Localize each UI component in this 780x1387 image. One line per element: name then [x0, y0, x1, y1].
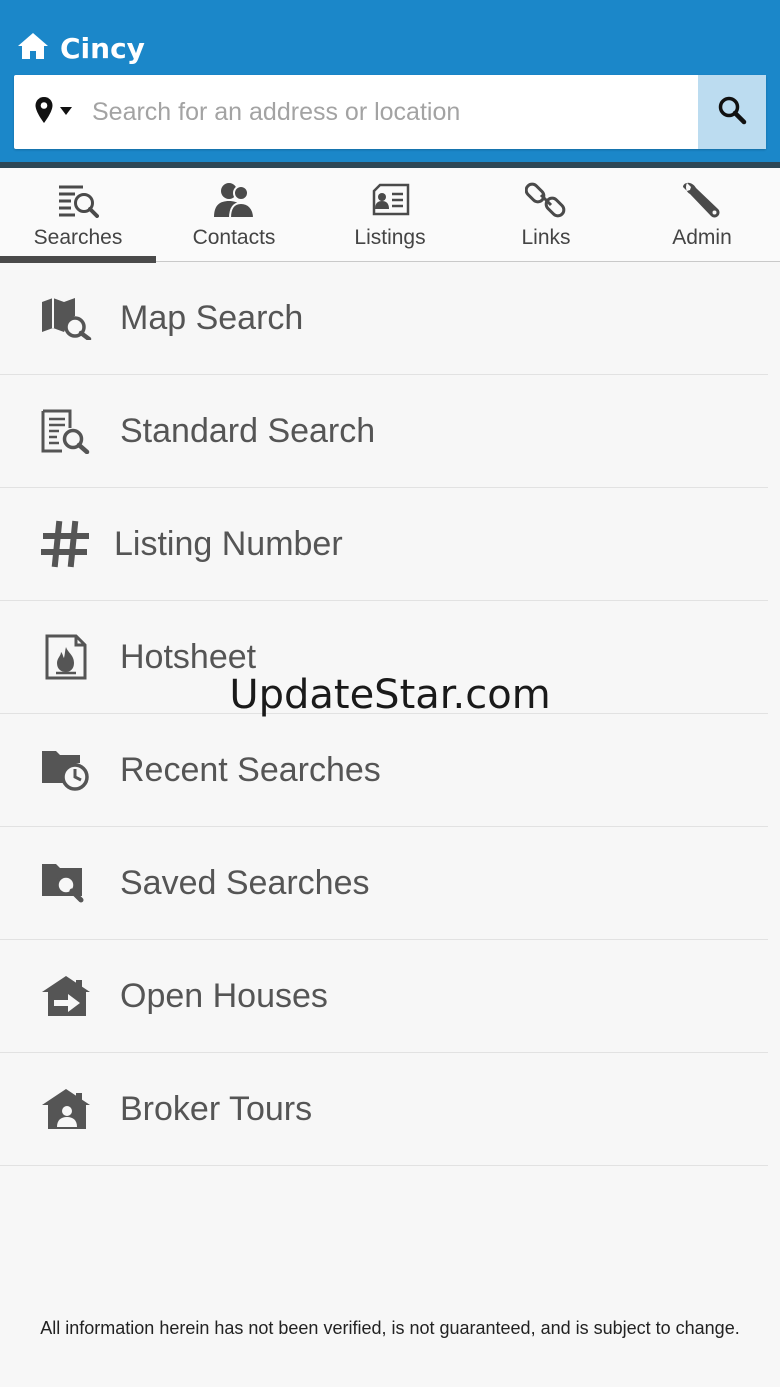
menu-item-listing-number[interactable]: Listing Number: [0, 488, 768, 601]
chevron-down-icon: [60, 103, 72, 121]
app-header: Cincy: [0, 0, 780, 168]
saved-searches-icon: [0, 827, 120, 940]
tab-searches[interactable]: Searches: [0, 168, 156, 263]
menu-item-label: Standard Search: [120, 411, 376, 450]
menu-item-saved-searches[interactable]: Saved Searches: [0, 827, 768, 940]
home-icon: [16, 31, 50, 66]
tab-links[interactable]: Links: [468, 168, 624, 262]
menu-item-label: Map Search: [120, 298, 304, 337]
tab-label: Contacts: [192, 226, 276, 249]
tab-label: Links: [521, 226, 571, 249]
link-icon: [524, 178, 568, 222]
wrench-icon: [680, 178, 724, 222]
disclaimer-text: All information herein has not been veri…: [40, 1318, 740, 1338]
tab-label: Searches: [33, 226, 123, 249]
search-menu: Map Search Standard Search Listing Numbe…: [0, 262, 768, 1166]
search-list-icon: [56, 178, 100, 222]
tab-label: Listings: [354, 226, 426, 249]
search-bar: [14, 75, 766, 149]
menu-item-label: Saved Searches: [120, 863, 370, 902]
tab-contacts[interactable]: Contacts: [156, 168, 312, 262]
search-icon: [717, 95, 747, 130]
recent-searches-icon: [0, 714, 120, 827]
menu-item-recent-searches[interactable]: Recent Searches: [0, 714, 768, 827]
hotsheet-icon: [0, 601, 120, 714]
hash-icon: [0, 488, 120, 601]
brand[interactable]: Cincy: [16, 28, 145, 68]
search-button[interactable]: [698, 75, 766, 149]
menu-item-hotsheet[interactable]: Hotsheet: [0, 601, 768, 714]
menu-item-open-houses[interactable]: Open Houses: [0, 940, 768, 1053]
location-dropdown[interactable]: [14, 75, 92, 149]
map-pin-icon: [34, 96, 54, 129]
menu-item-standard-search[interactable]: Standard Search: [0, 375, 768, 488]
menu-item-label: Hotsheet: [120, 637, 257, 676]
map-search-icon: [0, 262, 120, 375]
search-input[interactable]: [92, 75, 698, 149]
tab-admin[interactable]: Admin: [624, 168, 780, 262]
listings-icon: [368, 178, 412, 222]
menu-item-label: Open Houses: [120, 976, 328, 1015]
menu-item-label: Listing Number: [114, 524, 343, 563]
menu-item-label: Broker Tours: [120, 1089, 313, 1128]
menu-item-broker-tours[interactable]: Broker Tours: [0, 1053, 768, 1166]
standard-search-icon: [0, 375, 120, 488]
broker-tours-icon: [0, 1053, 120, 1166]
app-title: Cincy: [60, 31, 145, 65]
tab-listings[interactable]: Listings: [312, 168, 468, 262]
tab-bar: Searches Contacts Listings Links Admin: [0, 168, 780, 263]
tab-label: Admin: [672, 226, 732, 249]
contacts-icon: [212, 178, 256, 222]
menu-item-label: Recent Searches: [120, 750, 381, 789]
menu-item-map-search[interactable]: Map Search: [0, 262, 768, 375]
open-houses-icon: [0, 940, 120, 1053]
